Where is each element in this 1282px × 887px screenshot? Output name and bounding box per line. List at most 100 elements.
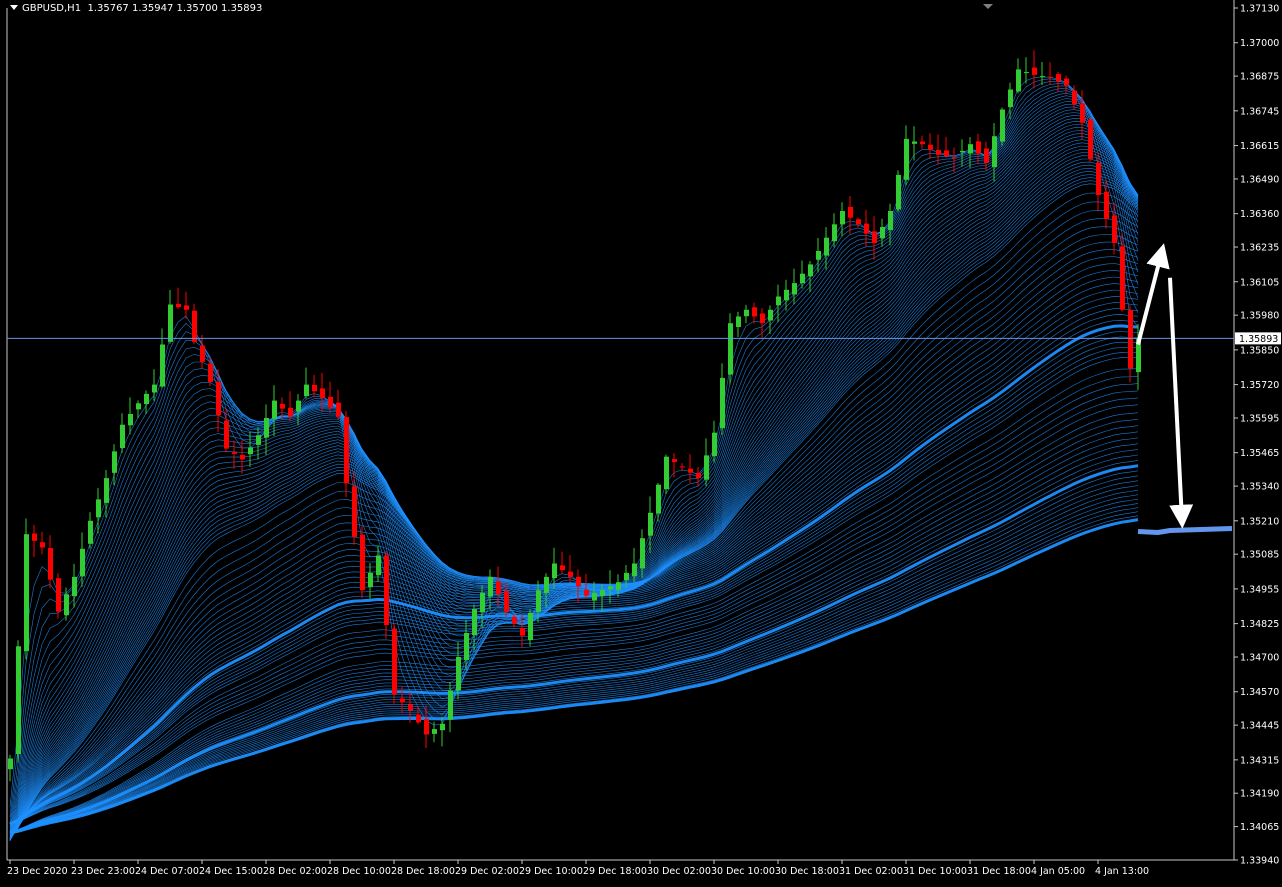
candle-body: [856, 219, 861, 225]
ma-line-17: [9, 112, 1139, 841]
candle-body: [328, 396, 333, 408]
candle-body: [1032, 67, 1037, 75]
ma-line-28: [9, 145, 1139, 841]
candle-body: [632, 563, 637, 577]
candle-body: [536, 590, 541, 612]
ma-line-18: [9, 115, 1139, 841]
ma-line-24: [9, 132, 1139, 841]
candle-body: [56, 578, 61, 612]
candle-body: [456, 657, 461, 691]
candle-body: [560, 565, 565, 571]
candle-body: [144, 393, 149, 404]
candle-body: [160, 344, 165, 387]
candle-body: [80, 548, 85, 577]
candle-body: [1048, 76, 1053, 78]
candle-body: [72, 576, 77, 597]
ma-line-225: [9, 489, 1139, 833]
x-tick-label: 23 Dec 2020: [7, 866, 68, 877]
candle-body: [424, 719, 429, 735]
candle-body: [728, 323, 733, 375]
x-tick-label: 30 Dec 02:00: [647, 866, 711, 877]
candle-body: [992, 136, 997, 168]
candle-body: [664, 456, 669, 490]
y-tick-label: 1.34700: [1240, 653, 1279, 664]
candle-body: [392, 628, 397, 695]
candle-body: [88, 520, 93, 544]
candles: [8, 50, 1141, 782]
ma-line-40: [9, 183, 1139, 838]
projection: [7, 243, 1234, 535]
y-tick-label: 1.36615: [1240, 141, 1279, 152]
candle-body: [736, 316, 741, 327]
candle-body: [528, 612, 533, 641]
candle-body: [920, 141, 925, 145]
candle-body: [1104, 191, 1109, 219]
candle-body: [112, 451, 117, 473]
y-tick-label: 1.34570: [1240, 687, 1279, 698]
x-tick-label: 29 Dec 18:00: [583, 866, 647, 877]
y-tick-label: 1.35720: [1240, 380, 1279, 391]
candle-body: [232, 452, 237, 454]
candle-body: [792, 283, 797, 295]
price-axis: 1.37130 1.37000 1.36875 1.36745 1.36615 1.364…: [1234, 4, 1281, 867]
candle-body: [1056, 74, 1061, 82]
price-chart[interactable]: 1.37130 1.37000 1.36875 1.36745 1.36615 1.364…: [0, 0, 1282, 883]
x-tick-label: 24 Dec 07:00: [135, 866, 199, 877]
candle-body: [272, 400, 277, 419]
candle-body: [1008, 89, 1013, 108]
candle-body: [936, 149, 941, 155]
y-tick-label: 1.36105: [1240, 277, 1279, 288]
candle-body: [1080, 103, 1085, 123]
candle-body: [448, 690, 453, 720]
candle-body: [912, 141, 917, 144]
ma-line-245: [9, 507, 1139, 833]
ma-line-79: [9, 283, 1139, 825]
x-tick-label: 31 Dec 18:00: [967, 866, 1031, 877]
candle-body: [352, 486, 357, 537]
candle-body: [520, 628, 525, 636]
candle-body: [768, 309, 773, 321]
dropdown-triangle-icon[interactable]: [10, 5, 18, 10]
candle-body: [1016, 69, 1021, 92]
ma-line-100: [9, 324, 1139, 826]
candle-body: [600, 590, 605, 597]
candle-body: [688, 468, 693, 473]
candle-body: [624, 572, 629, 581]
candle-body: [344, 417, 349, 484]
y-tick-label: 1.34445: [1240, 721, 1279, 732]
projection-arrow-1: [1136, 243, 1170, 346]
x-tick-label: 28 Dec 18:00: [391, 866, 455, 877]
ma-line-46: [9, 201, 1139, 836]
candle-body: [1000, 109, 1005, 142]
chart-canvas[interactable]: 1.37130 1.37000 1.36875 1.36745 1.36615 1.364…: [0, 0, 1282, 883]
ma-line-135: [9, 383, 1139, 825]
y-tick-label: 1.36875: [1240, 72, 1279, 83]
candle-body: [496, 581, 501, 595]
candle-body: [440, 723, 445, 731]
candle-body: [8, 758, 13, 770]
ma-line-20: [9, 121, 1139, 841]
x-tick-label: 29 Dec 10:00: [519, 866, 583, 877]
candle-body: [336, 402, 341, 417]
candle-body: [224, 420, 229, 449]
candle-body: [832, 224, 837, 242]
candle-body: [208, 363, 213, 382]
candle-body: [48, 548, 53, 580]
candle-body: [760, 313, 765, 324]
x-tick-label: 24 Dec 15:00: [199, 866, 263, 877]
candle-body: [32, 533, 37, 541]
candle-body: [256, 435, 261, 445]
ma-line-55: [9, 226, 1139, 833]
candle-body: [608, 586, 613, 590]
candle-body: [1072, 90, 1077, 105]
candle-body: [672, 459, 677, 463]
candle-body: [168, 304, 173, 342]
candle-body: [896, 174, 901, 210]
x-tick-label: 31 Dec 10:00: [903, 866, 967, 877]
candle-body: [976, 141, 981, 154]
candle-body: [96, 499, 101, 518]
candle-body: [952, 157, 957, 159]
candle-body: [544, 576, 549, 593]
ma-ribbon: [9, 76, 1139, 841]
candle-body: [1120, 246, 1125, 310]
